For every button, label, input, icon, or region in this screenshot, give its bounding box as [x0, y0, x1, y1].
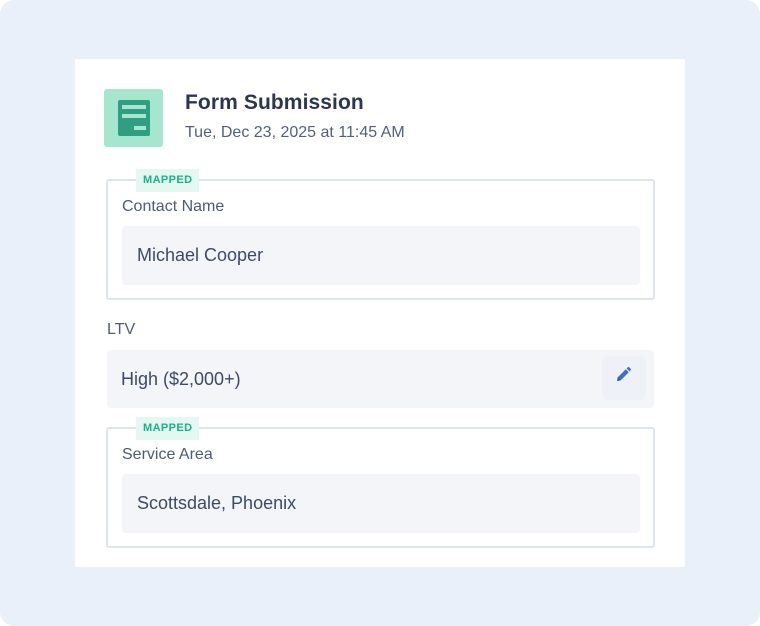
header-text: Form Submission Tue, Dec 23, 2025 at 11:… — [185, 91, 405, 142]
contact-name-label: Contact Name — [122, 198, 225, 215]
mapped-badge: MAPPED — [136, 417, 200, 440]
form-submission-card: Form Submission Tue, Dec 23, 2025 at 11:… — [75, 59, 685, 567]
pencil-icon — [614, 349, 634, 407]
service-area-group: MAPPED Service Area Scottsdale, Phoenix — [106, 417, 655, 548]
contact-name-group: MAPPED Contact Name Michael Cooper — [106, 169, 655, 300]
ltv-label: LTV — [107, 321, 136, 338]
service-area-label: Service Area — [122, 446, 213, 463]
contact-name-value: Michael Cooper — [122, 226, 640, 285]
form-icon — [104, 89, 163, 147]
mapped-badge: MAPPED — [136, 169, 200, 192]
submission-timestamp: Tue, Dec 23, 2025 at 11:45 AM — [185, 124, 405, 141]
ltv-value: High ($2,000+) — [121, 369, 241, 389]
card-header: Form Submission Tue, Dec 23, 2025 at 11:… — [104, 89, 405, 147]
service-area-value: Scottsdale, Phoenix — [122, 474, 640, 533]
ltv-field: High ($2,000+) — [107, 350, 654, 408]
card-title: Form Submission — [185, 91, 364, 114]
edit-ltv-button[interactable] — [602, 356, 646, 400]
